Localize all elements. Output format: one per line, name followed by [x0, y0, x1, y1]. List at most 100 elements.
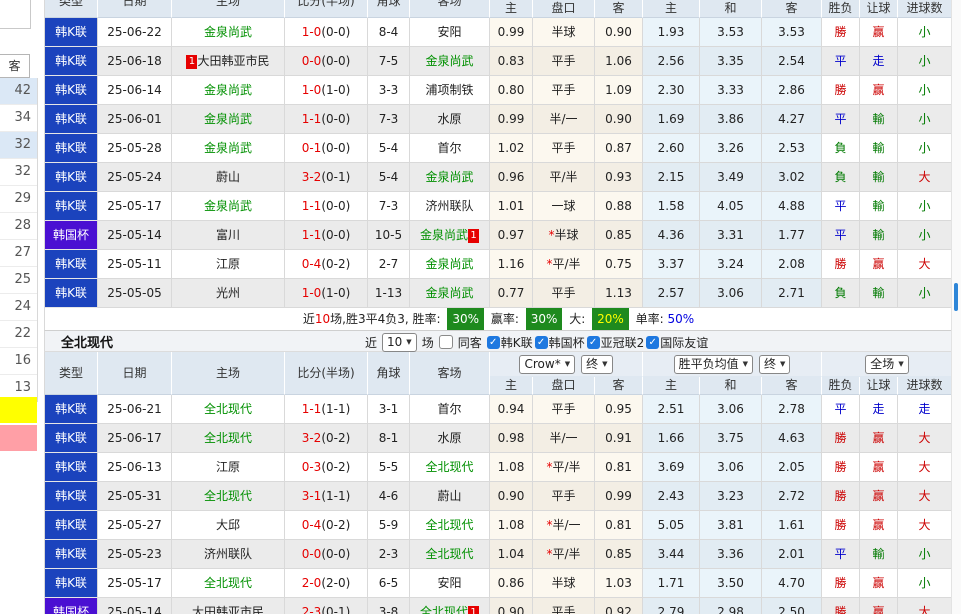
score-cell: 1-0(0-0): [285, 18, 368, 47]
league-checkbox[interactable]: ✓: [535, 336, 548, 349]
scrollbar-thumb[interactable]: [954, 283, 958, 311]
rail-number: 42: [0, 78, 37, 105]
ah-away-odds-cell: 1.13: [595, 279, 643, 308]
ah-home-odds-cell: 1.01: [490, 192, 533, 221]
league-badge: 韩K联: [45, 163, 98, 192]
away-team-cell: 蔚山: [410, 482, 490, 511]
result-goals-cell: 大: [898, 453, 952, 482]
col-header-away: 客场: [410, 352, 490, 395]
euro-state-select[interactable]: 终▼: [759, 355, 790, 374]
col-header-ah-line: 盘口: [533, 377, 595, 395]
euro-odds-group-header: 胜平负均值▼ 终▼: [643, 352, 822, 377]
score-cell: 0-4(0-2): [285, 511, 368, 540]
away-team-cell: 金泉尚武1: [410, 221, 490, 250]
handicap-line-cell: *半/一: [533, 511, 595, 540]
league-badge: 韩K联: [45, 453, 98, 482]
euro-home-odds-cell: 1.93: [643, 18, 700, 47]
league-badge: 韩K联: [45, 47, 98, 76]
handicap-line-cell: 平/半: [533, 163, 595, 192]
col-header-type: 类型: [45, 352, 98, 395]
euro-away-odds-cell: 4.70: [762, 569, 822, 598]
ah-home-odds-cell: 0.90: [490, 482, 533, 511]
euro-home-odds-cell: 1.58: [643, 192, 700, 221]
euro-draw-odds-cell: 3.06: [700, 395, 762, 424]
ah-away-odds-cell: 0.99: [595, 482, 643, 511]
handicap-state-select[interactable]: 终▼: [581, 355, 612, 374]
match-row: 韩K联25-06-17全北现代3-2(0-2)8-1水原0.98半/一0.911…: [45, 424, 952, 453]
home-team-cell: 全北现代: [172, 569, 285, 598]
result-wdl-cell: 勝: [822, 598, 860, 614]
col-header-home: 主场: [172, 352, 285, 395]
ah-away-odds-cell: 0.95: [595, 395, 643, 424]
ah-away-odds-cell: 0.90: [595, 105, 643, 134]
odds-subheader-row: 主 盘口 客 主 和 客 胜负 让球 进球数: [490, 377, 952, 395]
result-wdl-cell: 平: [822, 47, 860, 76]
date-cell: 25-06-21: [98, 395, 172, 424]
corner-cell: 3-3: [368, 76, 410, 105]
result-handicap-cell: 赢: [860, 76, 898, 105]
handicap-line-cell: *半球: [533, 221, 595, 250]
home-team-cell: 金泉尚武: [172, 18, 285, 47]
euro-away-odds-cell: 2.54: [762, 47, 822, 76]
games-count-select[interactable]: 10▼: [382, 333, 417, 352]
match-row: 韩K联25-05-28金泉尚武0-1(0-0)5-4首尔1.02平手0.872.…: [45, 134, 952, 163]
ah-away-odds-cell: 0.88: [595, 192, 643, 221]
result-goals-cell: 小: [898, 221, 952, 250]
result-wdl-cell: 勝: [822, 250, 860, 279]
ah-home-odds-cell: 1.16: [490, 250, 533, 279]
match-row: 韩K联25-06-21全北现代1-1(1-1)3-1首尔0.94平手0.952.…: [45, 395, 952, 424]
date-cell: 25-05-24: [98, 163, 172, 192]
league-badge: 韩K联: [45, 279, 98, 308]
match-row: 韩K联25-05-31全北现代3-1(1-1)4-6蔚山0.90平手0.992.…: [45, 482, 952, 511]
league-filter-item: ✓亚冠联2: [587, 334, 645, 351]
score-cell: 0-4(0-2): [285, 250, 368, 279]
score-cell: 3-2(0-2): [285, 424, 368, 453]
result-goals-cell: 小: [898, 76, 952, 105]
league-badge: 韩K联: [45, 569, 98, 598]
vertical-scrollbar[interactable]: [951, 0, 961, 614]
ah-home-odds-cell: 0.83: [490, 47, 533, 76]
corner-cell: 7-3: [368, 105, 410, 134]
euro-draw-odds-cell: 3.36: [700, 540, 762, 569]
date-cell: 25-05-14: [98, 598, 172, 614]
result-wdl-cell: 平: [822, 192, 860, 221]
ah-home-odds-cell: 0.97: [490, 221, 533, 250]
league-badge: 韩K联: [45, 511, 98, 540]
same-away-checkbox[interactable]: [439, 335, 453, 349]
ah-away-odds-cell: 0.81: [595, 453, 643, 482]
euro-draw-odds-cell: 3.23: [700, 482, 762, 511]
ah-away-odds-cell: 0.75: [595, 250, 643, 279]
league-checkbox[interactable]: ✓: [646, 336, 659, 349]
euro-avg-select[interactable]: 胜平负均值▼: [674, 355, 753, 374]
col-header-away: 客场: [410, 0, 490, 18]
away-team-cell: 金泉尚武: [410, 279, 490, 308]
bookmaker-select[interactable]: Crow*▼: [519, 355, 575, 374]
ah-away-odds-cell: 1.06: [595, 47, 643, 76]
home-team-cell: 全北现代: [172, 424, 285, 453]
away-team-cell: 金泉尚武: [410, 250, 490, 279]
corner-cell: 7-5: [368, 47, 410, 76]
ah-home-odds-cell: 0.99: [490, 18, 533, 47]
result-goals-cell: 大: [898, 511, 952, 540]
league-checkbox[interactable]: ✓: [587, 336, 600, 349]
handicap-line-cell: 半/一: [533, 424, 595, 453]
ah-away-odds-cell: 0.90: [595, 18, 643, 47]
league-badge: 韩K联: [45, 18, 98, 47]
scope-select[interactable]: 全场▼: [865, 355, 908, 374]
match-row: 韩国杯25-05-14大田韩亚市民2-3(0-1)3-8全北现代10.90平手0…: [45, 598, 952, 614]
away-team-cell: 安阳: [410, 18, 490, 47]
result-handicap-cell: 赢: [860, 453, 898, 482]
col-header-eu-draw: 和: [700, 0, 762, 18]
score-cell: 1-1(1-1): [285, 395, 368, 424]
result-handicap-cell: 輸: [860, 105, 898, 134]
score-cell: 1-1(0-0): [285, 221, 368, 250]
handicap-line-cell: 平手: [533, 47, 595, 76]
ah-away-odds-cell: 1.03: [595, 569, 643, 598]
chevron-down-icon: ▼: [780, 356, 785, 372]
league-checkbox[interactable]: ✓: [487, 336, 500, 349]
ah-away-odds-cell: 0.85: [595, 221, 643, 250]
euro-home-odds-cell: 1.69: [643, 105, 700, 134]
result-handicap-cell: 輸: [860, 192, 898, 221]
rail-away-header: 客: [0, 54, 30, 78]
euro-home-odds-cell: 3.69: [643, 453, 700, 482]
